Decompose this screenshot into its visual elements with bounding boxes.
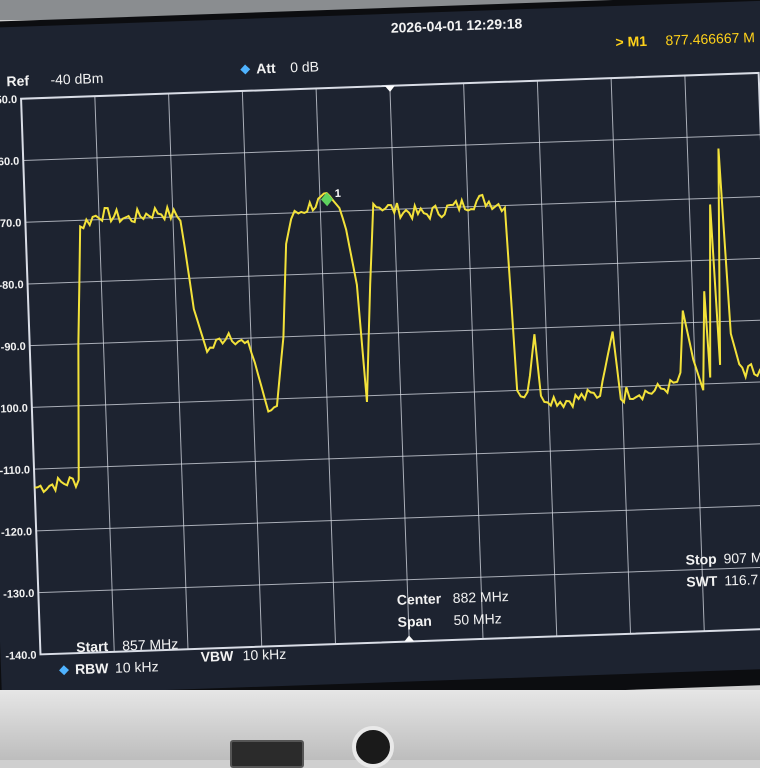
bottom-arrow-icon (404, 635, 415, 642)
center-label: Center (396, 590, 442, 608)
y-tick-label: -90.0 (0, 341, 25, 354)
grid-hline (33, 442, 760, 470)
plot-grid (20, 71, 760, 656)
stop-label: Stop (685, 550, 717, 568)
grid-hline (27, 257, 760, 285)
rbw-value[interactable]: 10 kHz (115, 658, 159, 676)
vbw-label: VBW (200, 647, 234, 665)
y-tick-label: -110.0 (0, 464, 30, 477)
rotary-knob[interactable] (352, 726, 394, 768)
vbw-value[interactable]: 10 kHz (242, 646, 286, 664)
rbw-label: RBW (74, 660, 109, 678)
grid-vline (94, 96, 115, 652)
start-label: Start (75, 638, 109, 656)
grid-vline (684, 75, 705, 632)
start-value[interactable]: 857 MHz (122, 636, 179, 654)
marker-label[interactable]: > M1 (615, 33, 647, 50)
y-tick-label: -120.0 (1, 526, 33, 539)
grid-vline (536, 80, 558, 637)
att-value[interactable]: 0 dB (290, 58, 319, 75)
y-tick-label: -80.0 (0, 279, 24, 292)
ref-label: Ref (6, 72, 30, 90)
swt-label: SWT (686, 572, 718, 590)
y-tick-label: -60.0 (0, 156, 19, 169)
span-value[interactable]: 50 MHz (453, 610, 502, 628)
stop-value[interactable]: 907 MHz (723, 549, 760, 567)
marker-frequency-readout: 877.466667 M (665, 29, 756, 49)
y-tick-label: -100.0 (0, 403, 28, 416)
grid-hline (36, 504, 760, 532)
top-arrow-icon (384, 85, 395, 92)
rbw-diamond-icon: ◆ (58, 661, 70, 677)
spectrum-plot: 50.0 -60.0 -70.0 -80.0 -90.0 -100.0 -110.0 -120… (0, 71, 760, 663)
grid-hline (29, 319, 760, 347)
grid-vline (389, 85, 410, 642)
grid-vline (315, 88, 336, 645)
grid-hline (38, 566, 760, 594)
swt-value[interactable]: 116.7 ms (724, 571, 760, 589)
att-diamond-icon: ◆ (239, 60, 251, 77)
markers: 1 (320, 188, 342, 207)
analyzer-screen: 50.0 -60.0 -70.0 -80.0 -90.0 -100.0 -110.0 -120… (0, 0, 760, 696)
y-tick-label: 50.0 (0, 94, 17, 107)
ref-value[interactable]: -40 dBm (50, 70, 103, 88)
y-tick-label: -130.0 (3, 588, 35, 601)
grid-vline (463, 83, 484, 639)
grid-vline (610, 78, 632, 634)
plot-frame (20, 71, 760, 656)
grid-vline (241, 90, 263, 647)
usb-port (230, 740, 304, 768)
y-tick-label: -70.0 (0, 217, 22, 230)
spectrum-trace (34, 148, 760, 494)
att-label: Att (255, 59, 276, 77)
center-value[interactable]: 882 MHz (452, 588, 509, 606)
grid-vline (168, 93, 189, 650)
marker-number-label: 1 (335, 188, 342, 200)
span-label: Span (397, 612, 433, 630)
y-tick-label: -140.0 (5, 650, 37, 663)
